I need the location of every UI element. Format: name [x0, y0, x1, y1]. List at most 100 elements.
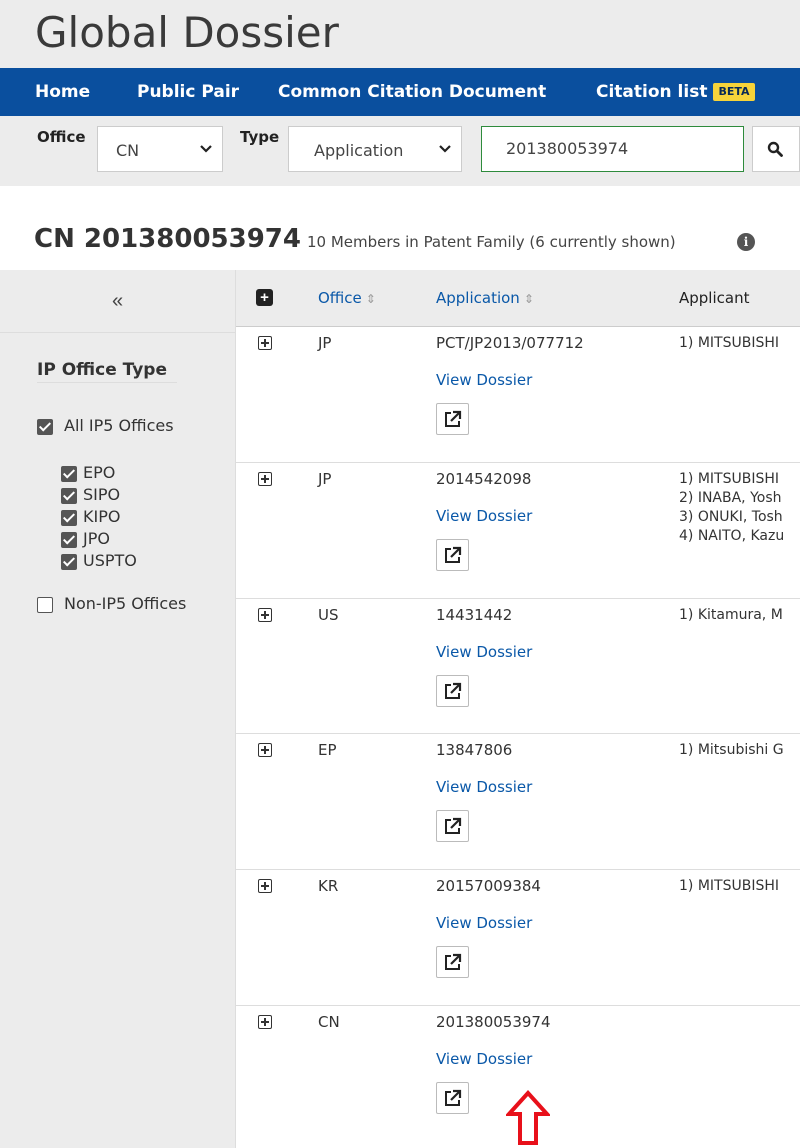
application-number-input[interactable]: 201380053974: [481, 126, 744, 172]
external-link-icon: [445, 953, 462, 970]
row-application: 20157009384: [436, 877, 541, 895]
type-select-value: Application: [314, 141, 404, 160]
applicant-column-header: Applicant: [679, 289, 750, 307]
main-nav: Home Public Pair Common Citation Documen…: [0, 68, 800, 116]
jpo-label: JPO: [83, 529, 110, 548]
external-link-icon: [445, 817, 462, 834]
row-applicants: 1) MITSUBISHI: [679, 877, 779, 896]
all-ip5-checkbox[interactable]: [37, 419, 53, 435]
collapse-sidebar-button[interactable]: «: [0, 270, 235, 333]
view-dossier-link[interactable]: View Dossier: [436, 507, 532, 525]
sipo-checkbox[interactable]: [61, 488, 77, 504]
epo-checkbox[interactable]: [61, 466, 77, 482]
page-title: CN 201380053974 10 Members in Patent Fami…: [34, 224, 676, 254]
filter-title: IP Office Type: [37, 360, 167, 380]
type-select[interactable]: Application: [288, 126, 462, 172]
applicant-name: 1) MITSUBISHI: [679, 471, 779, 487]
applicant-name: 1) MITSUBISHI: [679, 335, 779, 351]
view-dossier-link[interactable]: View Dossier: [436, 914, 532, 932]
non-ip5-label: Non-IP5 Offices: [64, 594, 187, 613]
open-external-button[interactable]: [436, 1082, 469, 1114]
nav-home[interactable]: Home: [35, 68, 90, 116]
open-external-button[interactable]: [436, 403, 469, 435]
view-dossier-link[interactable]: View Dossier: [436, 778, 532, 796]
row-office: KR: [318, 877, 339, 895]
expand-all-icon[interactable]: +: [256, 289, 273, 306]
open-external-button[interactable]: [436, 675, 469, 707]
uspto-label: USPTO: [83, 551, 137, 570]
expand-row-icon[interactable]: [258, 472, 272, 486]
table-row: JP 2014542098 1) MITSUBISHI 2) INABA, Yo…: [236, 462, 800, 599]
applicant-name: 3) ONUKI, Tosh: [679, 509, 783, 525]
application-column-header[interactable]: Application ⇕: [436, 289, 534, 307]
row-application: PCT/JP2013/077712: [436, 334, 584, 352]
sort-icon: ⇕: [365, 292, 376, 306]
row-application: 14431442: [436, 606, 513, 624]
search-icon: [767, 141, 783, 157]
application-header-label: Application: [436, 289, 520, 307]
row-applicants: 1) MITSUBISHI: [679, 334, 779, 353]
office-label: Office: [37, 128, 86, 146]
search-button[interactable]: [752, 126, 800, 172]
table-row: JP PCT/JP2013/077712 1) MITSUBISHI View …: [236, 326, 800, 463]
row-application: 13847806: [436, 741, 513, 759]
expand-row-icon[interactable]: [258, 743, 272, 757]
search-bar: Office CN Type Application 201380053974: [0, 116, 800, 186]
row-applicants: 1) MITSUBISHI 2) INABA, Yosh 3) ONUKI, T…: [679, 470, 784, 546]
row-office: EP: [318, 741, 337, 759]
family-members-count: 10 Members in Patent Family (6 currently…: [306, 233, 676, 251]
expand-row-icon[interactable]: [258, 1015, 272, 1029]
table-row: US 14431442 1) Kitamura, M View Dossier: [236, 598, 800, 734]
office-header-label: Office: [318, 289, 362, 307]
open-external-button[interactable]: [436, 946, 469, 978]
chevron-down-icon: [439, 145, 451, 153]
filter-sidebar: « IP Office Type All IP5 Offices EPO SIP…: [0, 270, 236, 1148]
jpo-checkbox[interactable]: [61, 532, 77, 548]
expand-row-icon[interactable]: [258, 608, 272, 622]
all-ip5-label: All IP5 Offices: [64, 416, 174, 435]
row-applicants: 1) Kitamura, M: [679, 606, 783, 625]
beta-badge: BETA: [713, 83, 755, 101]
applicant-name: 1) Kitamura, M: [679, 607, 783, 623]
office-select-value: CN: [116, 141, 140, 160]
nav-public-pair[interactable]: Public Pair: [137, 68, 239, 116]
non-ip5-checkbox[interactable]: [37, 597, 53, 613]
applicant-name: 4) NAITO, Kazu: [679, 528, 785, 544]
office-select[interactable]: CN: [97, 126, 223, 172]
row-application: 201380053974: [436, 1013, 551, 1031]
app-header: Global Dossier: [0, 0, 800, 68]
view-dossier-link[interactable]: View Dossier: [436, 1050, 532, 1068]
nav-common-citation-document[interactable]: Common Citation Document: [278, 68, 546, 116]
kipo-label: KIPO: [83, 507, 121, 526]
page-title-text: CN 201380053974: [34, 224, 301, 254]
table-header: + Office ⇕ Application ⇕ Applicant: [236, 270, 800, 327]
applicant-name: 1) MITSUBISHI: [679, 878, 779, 894]
view-dossier-link[interactable]: View Dossier: [436, 371, 532, 389]
filter-divider: [37, 382, 177, 383]
external-link-icon: [445, 1089, 462, 1106]
chevron-down-icon: [200, 145, 212, 153]
open-external-button[interactable]: [436, 810, 469, 842]
sipo-label: SIPO: [83, 485, 121, 504]
row-office: CN: [318, 1013, 340, 1031]
open-external-button[interactable]: [436, 539, 469, 571]
table-row: EP 13847806 1) Mitsubishi G View Dossier: [236, 733, 800, 870]
expand-row-icon[interactable]: [258, 336, 272, 350]
nav-citation-list-label: Citation list: [596, 82, 708, 102]
applicant-name: 1) Mitsubishi G: [679, 742, 784, 758]
office-column-header[interactable]: Office ⇕: [318, 289, 376, 307]
view-dossier-link[interactable]: View Dossier: [436, 643, 532, 661]
row-office: US: [318, 606, 339, 624]
info-icon[interactable]: i: [737, 233, 755, 251]
sort-icon: ⇕: [523, 292, 534, 306]
uspto-checkbox[interactable]: [61, 554, 77, 570]
nav-citation-list[interactable]: Citation list BETA: [596, 68, 755, 116]
epo-label: EPO: [83, 463, 116, 482]
external-link-icon: [445, 546, 462, 563]
kipo-checkbox[interactable]: [61, 510, 77, 526]
row-office: JP: [318, 334, 332, 352]
table-row: KR 20157009384 1) MITSUBISHI View Dossie…: [236, 869, 800, 1006]
type-label: Type: [240, 128, 280, 146]
family-table: + Office ⇕ Application ⇕ Applicant JP PCT/…: [236, 270, 800, 1148]
expand-row-icon[interactable]: [258, 879, 272, 893]
